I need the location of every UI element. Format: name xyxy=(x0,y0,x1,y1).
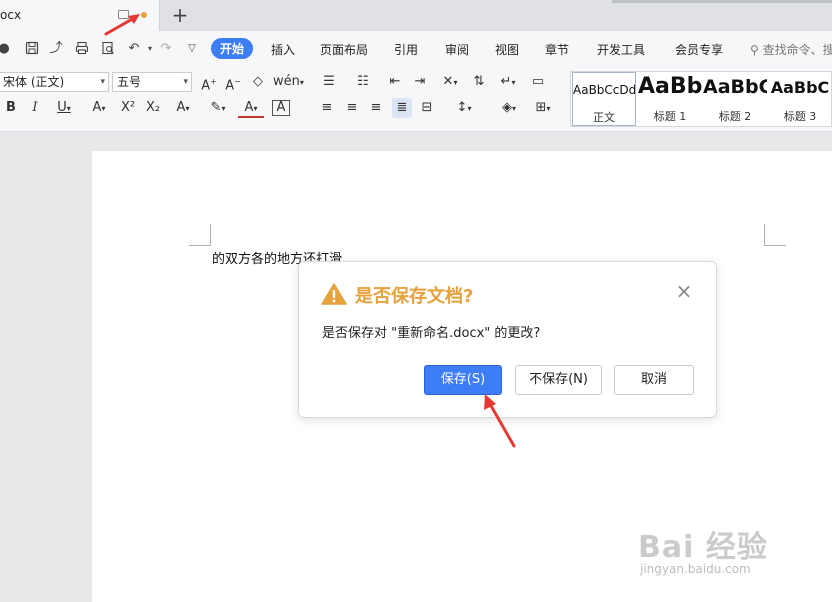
undo-dropdown-icon[interactable]: ▾ xyxy=(142,41,158,57)
close-icon[interactable]: × xyxy=(675,281,693,301)
align-left-icon[interactable]: ≡ xyxy=(318,98,336,118)
cancel-button[interactable]: 取消 xyxy=(614,365,694,395)
tab-member[interactable]: 会员专享 xyxy=(675,41,723,58)
export-icon[interactable]: ⤴ xyxy=(48,41,64,57)
tab-developer[interactable]: 开发工具 xyxy=(597,41,645,58)
font-color-icon[interactable]: A▾ xyxy=(238,98,264,118)
watermark: Bai 经验 jingyan.baidu.com xyxy=(638,522,828,582)
line-spacing-icon[interactable]: ↕▾ xyxy=(451,98,477,118)
style-sample: AaBb xyxy=(638,74,702,99)
numbered-list-icon[interactable]: ☷ xyxy=(352,72,374,92)
print-preview-icon[interactable] xyxy=(100,41,116,57)
phonetic-guide-icon[interactable]: wén▾ xyxy=(273,72,304,92)
style-heading-1[interactable]: AaBb 标题 1 xyxy=(638,72,702,126)
tab-page-layout[interactable]: 页面布局 xyxy=(320,41,368,58)
watermark-url: jingyan.baidu.com xyxy=(640,562,751,576)
style-label: 标题 1 xyxy=(653,110,687,123)
chevron-down-icon: ▾ xyxy=(100,77,105,87)
style-label: 正文 xyxy=(593,111,615,124)
search-icon: ⚲ xyxy=(750,43,759,57)
text-effect-icon[interactable]: A▾ xyxy=(170,98,196,118)
decrease-indent-icon[interactable]: ⇤ xyxy=(386,72,404,92)
clear-format-icon[interactable]: ◇ xyxy=(249,72,267,92)
margin-corner-marker xyxy=(764,224,786,246)
decrease-font-icon[interactable]: A− xyxy=(224,72,242,93)
tab-references[interactable]: 引用 xyxy=(394,41,418,58)
underline-icon[interactable]: U▾ xyxy=(50,98,78,118)
style-sample: AaBbCcDd xyxy=(573,83,635,97)
style-label: 标题 3 xyxy=(783,110,817,123)
font-size-select[interactable]: 五号 ▾ xyxy=(112,72,192,92)
bullet-list-icon[interactable]: ☰ xyxy=(318,72,340,92)
font-size-value: 五号 xyxy=(117,75,142,89)
watermark-logo: Bai 经验 xyxy=(638,530,768,565)
app-menu-icon[interactable]: ● xyxy=(0,41,12,57)
subscript-icon[interactable]: X₂ xyxy=(144,98,162,118)
new-tab-button[interactable]: + xyxy=(170,4,190,26)
undo-icon[interactable]: ↶ xyxy=(126,41,142,57)
borders-icon[interactable]: ⊞▾ xyxy=(530,98,556,118)
superscript-icon[interactable]: X² xyxy=(119,98,137,118)
style-heading-3[interactable]: AaBbC 标题 3 xyxy=(768,72,831,126)
annotation-arrow-tab xyxy=(104,14,140,36)
chinese-layout-icon[interactable]: ✕▾ xyxy=(437,72,463,92)
style-heading-2[interactable]: AaBbC 标题 2 xyxy=(703,72,767,126)
style-normal[interactable]: AaBbCcDd 正文 xyxy=(572,72,636,126)
dont-save-button[interactable]: 不保存(N) xyxy=(515,365,602,395)
tab-start[interactable]: 开始 xyxy=(211,38,254,59)
increase-font-icon[interactable]: A+ xyxy=(200,72,218,93)
increase-indent-icon[interactable]: ⇥ xyxy=(411,72,429,92)
ribbon-toolbar: 宋体 (正文) ▾ 五号 ▾ A+ A− ◇ wén▾ ☰ ☷ ⇤ ⇥ ✕▾ ⇅… xyxy=(0,67,832,132)
align-center-icon[interactable]: ≡ xyxy=(343,98,361,118)
print-icon[interactable] xyxy=(74,41,90,57)
tab-view[interactable]: 视图 xyxy=(495,41,519,58)
italic-icon[interactable]: I xyxy=(27,98,43,118)
save-icon[interactable] xyxy=(24,41,40,57)
tab-review[interactable]: 审阅 xyxy=(445,41,469,58)
bold-icon[interactable]: B xyxy=(3,98,19,118)
styles-gallery: AaBbCcDd 正文 AaBb 标题 1 AaBbC 标题 2 AaBbC 标… xyxy=(570,71,832,127)
strikethrough-icon[interactable]: A▾ xyxy=(86,98,112,118)
customize-quick-access-icon[interactable]: ▽ xyxy=(184,41,200,57)
window-strip xyxy=(612,0,832,3)
tab-title: ocx xyxy=(0,8,22,22)
margin-corner-marker xyxy=(189,224,211,246)
chevron-down-icon: ▾ xyxy=(183,77,188,87)
command-search[interactable]: ⚲ 查找命令、搜 xyxy=(750,41,832,58)
tab-chapter[interactable]: 章节 xyxy=(545,41,569,58)
tab-insert[interactable]: 插入 xyxy=(271,41,295,58)
style-sample: AaBbC xyxy=(703,76,767,98)
distributed-align-icon[interactable]: ⊟ xyxy=(418,98,436,118)
show-hide-icon[interactable]: ↵▾ xyxy=(496,72,520,92)
char-border-icon[interactable]: A xyxy=(272,100,290,116)
highlight-icon[interactable]: ✎▾ xyxy=(204,98,232,118)
dialog-message: 是否保存对 "重新命名.docx" 的更改? xyxy=(322,326,541,341)
justify-icon[interactable]: ≣ xyxy=(392,98,412,118)
annotation-arrow-save xyxy=(484,394,516,448)
ruler-icon[interactable]: ▭ xyxy=(528,72,548,92)
font-name-value: 宋体 (正文) xyxy=(3,75,65,89)
shading-icon[interactable]: ◈▾ xyxy=(496,98,522,118)
align-right-icon[interactable]: ≡ xyxy=(367,98,385,118)
style-label: 标题 2 xyxy=(718,110,752,123)
style-sample: AaBbC xyxy=(770,78,830,97)
redo-icon[interactable]: ↷ xyxy=(158,41,174,57)
dialog-title: 是否保存文档? xyxy=(355,286,474,307)
search-placeholder: 查找命令、搜 xyxy=(762,43,832,57)
sort-icon[interactable]: ⇅ xyxy=(470,72,488,92)
font-name-select[interactable]: 宋体 (正文) ▾ xyxy=(0,72,109,92)
warning-icon xyxy=(321,282,347,306)
